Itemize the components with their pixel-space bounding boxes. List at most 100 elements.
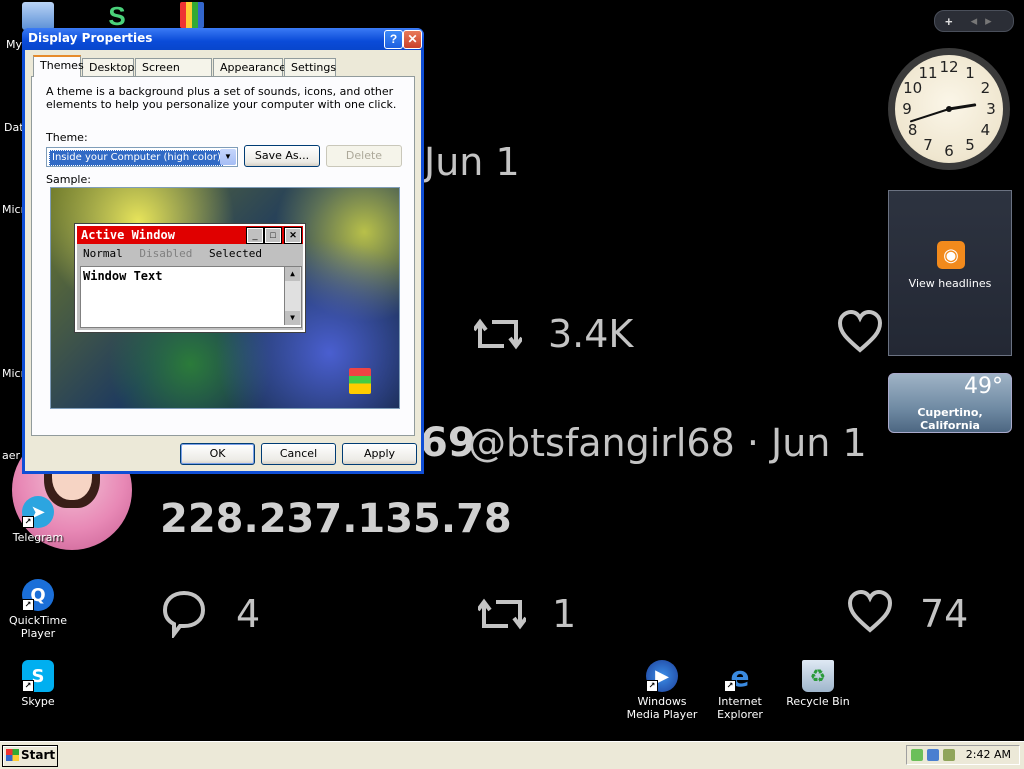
clock-number: 10: [903, 79, 923, 97]
chevron-down-icon[interactable]: ▼: [220, 149, 236, 165]
theme-sample-preview: Active Window _ □ ✕ Normal Disabled Sele…: [50, 187, 400, 409]
start-button[interactable]: Start: [2, 745, 58, 767]
sublime-app-icon[interactable]: S: [100, 2, 134, 30]
tab-settings[interactable]: Settings: [284, 58, 336, 76]
dialog-body: Themes Desktop Screen Saver Appearance S…: [25, 50, 421, 471]
themes-panel: A theme is a background plus a set of so…: [31, 76, 415, 436]
clock-number: 9: [902, 100, 912, 118]
tab-appearance[interactable]: Appearance: [213, 58, 286, 76]
minimize-icon: _: [246, 227, 264, 244]
windows-logo-icon: [6, 749, 19, 761]
help-button[interactable]: ?: [384, 30, 403, 49]
apply-button[interactable]: Apply: [342, 443, 417, 465]
add-gadget-button[interactable]: +: [945, 14, 953, 29]
feed-headlines-gadget[interactable]: ◉ View headlines: [888, 190, 1012, 356]
sample-window-text: Window Text: [83, 269, 163, 283]
save-as-button[interactable]: Save As...: [244, 145, 320, 167]
prev-gadgets-button[interactable]: ◂: [971, 13, 978, 29]
desktop-icon-label[interactable]: aer: [2, 449, 20, 462]
tab-desktop[interactable]: Desktop: [82, 58, 134, 76]
safely-remove-tray-icon[interactable]: [943, 749, 955, 761]
tab-screen-saver[interactable]: Screen Saver: [135, 58, 212, 87]
sample-scrollbar: ▲ ▼: [284, 267, 301, 325]
desktop-icon-label: Windows Media Player: [626, 695, 698, 721]
reply-icon: [162, 590, 206, 643]
next-gadgets-button[interactable]: ▸: [985, 13, 992, 29]
desktop-icon-windows-media-player[interactable]: ▶ ↗ Windows Media Player: [624, 660, 700, 721]
desktop-icon-quicktime[interactable]: Q ↗ QuickTime Player: [0, 579, 76, 640]
taskbar: Start 2:42 AM: [0, 741, 1024, 769]
weather-gadget[interactable]: 49° Cupertino, California: [888, 373, 1012, 433]
clock-number: 5: [965, 136, 975, 155]
clock-number: 8: [907, 121, 918, 139]
clock-number: 11: [918, 63, 938, 82]
delete-button[interactable]: Delete: [326, 145, 402, 167]
desktop-icon-internet-explorer[interactable]: e ↗ Internet Explorer: [702, 660, 778, 722]
desktop-icon-label: Skype: [21, 695, 55, 708]
view-headlines-link[interactable]: View headlines: [889, 277, 1011, 290]
maximize-icon: □: [264, 227, 282, 244]
sample-menu-bar: Normal Disabled Selected: [77, 246, 303, 262]
weather-temperature: 49°: [964, 374, 1003, 399]
sample-window-text-area: Window Text ▲ ▼: [80, 266, 302, 328]
theme-select-value: Inside your Computer (high color): [49, 150, 224, 166]
retweet-icon: [476, 592, 528, 641]
tray-clock[interactable]: 2:42 AM: [966, 748, 1011, 761]
internet-explorer-icon: e ↗: [724, 660, 756, 693]
ok-button[interactable]: OK: [180, 443, 255, 465]
desktop-icon-telegram[interactable]: ➤ ↗ Telegram: [0, 496, 76, 544]
retweet-icon: [472, 312, 524, 361]
wallpaper-handle-line: @btsfangirl68 · Jun 1: [468, 421, 867, 465]
wallpaper-retweet-count-1: 3.4K: [548, 312, 634, 356]
wallpaper-ip-text: 228.237.135.78: [160, 496, 512, 542]
telegram-icon: ➤ ↗: [22, 496, 54, 528]
sidebar-controls: + ◂ ▸: [934, 10, 1014, 32]
themes-description: A theme is a background plus a set of so…: [46, 85, 397, 111]
my-computer-icon[interactable]: [22, 2, 54, 30]
sample-menu-normal: Normal: [83, 247, 123, 260]
clock-number: 3: [986, 100, 996, 118]
close-button[interactable]: ✕: [403, 30, 422, 49]
desktop-icon-recycle-bin[interactable]: ♻ Recycle Bin: [780, 660, 856, 708]
clock-number: 7: [923, 136, 933, 155]
weather-location: Cupertino, California: [917, 406, 983, 432]
windows-media-player-icon: ▶ ↗: [646, 660, 678, 692]
paint-app-icon[interactable]: [180, 2, 204, 28]
theme-select[interactable]: Inside your Computer (high color) ▼: [46, 147, 238, 167]
wallpaper-like-count-2: 74: [920, 592, 969, 636]
recycle-bin-icon: ♻: [802, 660, 834, 692]
desktop-icon-label: QuickTime Player: [8, 614, 68, 640]
clock-gadget[interactable]: 12 1 2 3 4 5 6 7 8 9 10 11: [888, 48, 1010, 170]
clock-hour-hand: [947, 103, 977, 111]
system-tray: 2:42 AM: [906, 745, 1020, 765]
theme-label: Theme:: [46, 131, 88, 144]
cancel-button[interactable]: Cancel: [261, 443, 336, 465]
dialog-titlebar[interactable]: Display Properties ? ✕: [22, 28, 424, 50]
sample-active-window: Active Window _ □ ✕ Normal Disabled Sele…: [74, 223, 306, 333]
folder-stack-icon: [349, 368, 371, 394]
start-label: Start: [21, 748, 56, 762]
desktop-icon-label: Recycle Bin: [786, 695, 850, 708]
wallpaper-retweet-count-2: 1: [552, 592, 577, 636]
network-tray-icon[interactable]: [927, 749, 939, 761]
sidebar-tray-icon[interactable]: [911, 749, 923, 761]
sample-menu-selected: Selected: [208, 247, 262, 260]
like-icon: [847, 589, 893, 639]
dialog-title: Display Properties: [28, 31, 153, 45]
desktop-icon-label[interactable]: Dat: [4, 121, 24, 134]
clock-number: 12: [939, 58, 959, 76]
clock-face: 12 1 2 3 4 5 6 7 8 9 10 11: [895, 55, 1003, 163]
desktop-icon-label[interactable]: My: [6, 38, 22, 51]
clock-number: 6: [944, 142, 954, 160]
desktop-icon-label: Internet Explorer: [717, 695, 763, 721]
tab-themes[interactable]: Themes: [33, 55, 84, 77]
wallpaper-date-1: Jun 1: [424, 140, 520, 184]
clock-number: 2: [980, 79, 991, 97]
rss-icon: ◉: [937, 241, 965, 269]
skype-icon: S ↗: [22, 660, 54, 692]
wallpaper-reply-count-2: 4: [236, 592, 261, 636]
like-icon: [837, 309, 883, 359]
sample-label: Sample:: [46, 173, 91, 186]
sample-menu-disabled: Disabled: [139, 247, 193, 260]
desktop-icon-skype[interactable]: S ↗ Skype: [0, 660, 76, 708]
